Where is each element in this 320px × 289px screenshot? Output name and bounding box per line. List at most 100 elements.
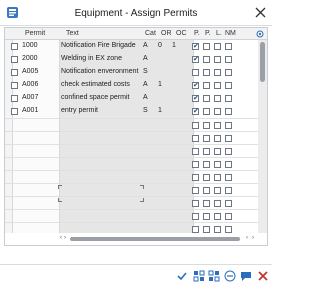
empty-checkbox[interactable]: [214, 213, 221, 220]
permits-table: Permit Text Cat OR OC P. P. L. NM 1000 No…: [4, 27, 268, 246]
table-row[interactable]: A006 check estimated costs A 1: [5, 79, 267, 92]
col-header-l[interactable]: L.: [216, 30, 222, 37]
empty-checkbox[interactable]: [203, 122, 210, 129]
empty-checkbox[interactable]: [225, 174, 232, 181]
horizontal-scrollbar[interactable]: ‹ › ‹ ›: [60, 233, 267, 245]
empty-checkbox[interactable]: [225, 161, 232, 168]
empty-checkbox[interactable]: [225, 122, 232, 129]
empty-checkbox[interactable]: [225, 187, 232, 194]
checkbox-nm[interactable]: [225, 108, 232, 115]
checkbox-p2[interactable]: [203, 69, 210, 76]
empty-checkbox[interactable]: [214, 122, 221, 129]
close-icon[interactable]: [255, 7, 266, 18]
scroll-right-small-icon[interactable]: ›: [64, 235, 66, 241]
empty-checkbox[interactable]: [192, 148, 199, 155]
empty-checkbox[interactable]: [214, 135, 221, 142]
row-select-checkbox[interactable]: [11, 69, 18, 76]
col-header-cat[interactable]: Cat: [145, 30, 156, 37]
empty-checkbox[interactable]: [192, 122, 199, 129]
empty-checkbox[interactable]: [225, 135, 232, 142]
empty-checkbox[interactable]: [192, 174, 199, 181]
tree-icon[interactable]: [193, 270, 205, 282]
empty-checkbox[interactable]: [192, 187, 199, 194]
checkbox-l[interactable]: [214, 82, 221, 89]
table-row[interactable]: 1000 Notification Fire Brigade A 0 1: [5, 40, 267, 53]
empty-checkbox[interactable]: [192, 135, 199, 142]
checkbox-p1[interactable]: [192, 42, 199, 50]
table-row[interactable]: 2000 Welding in EX zone A: [5, 53, 267, 66]
empty-checkbox[interactable]: [192, 200, 199, 207]
delete-icon[interactable]: [257, 270, 269, 282]
table-row[interactable]: A007 confined space permit A: [5, 92, 267, 105]
empty-checkbox[interactable]: [192, 161, 199, 168]
empty-checkbox[interactable]: [192, 226, 199, 233]
checkbox-p2[interactable]: [203, 108, 210, 115]
table-row[interactable]: A005 Notification enveronment S: [5, 66, 267, 79]
checkbox-p1[interactable]: [192, 55, 199, 63]
empty-checkbox[interactable]: [214, 226, 221, 233]
checkbox-p2[interactable]: [203, 82, 210, 89]
horizontal-scroll-thumb[interactable]: [70, 237, 240, 241]
empty-checkbox[interactable]: [214, 148, 221, 155]
checkbox-l[interactable]: [214, 56, 221, 63]
cell-permit: A005: [22, 68, 39, 75]
row-select-checkbox[interactable]: [11, 108, 18, 115]
empty-checkbox[interactable]: [203, 213, 210, 220]
empty-checkbox[interactable]: [203, 200, 210, 207]
checkbox-p2[interactable]: [203, 43, 210, 50]
empty-checkbox[interactable]: [203, 226, 210, 233]
checkbox-l[interactable]: [214, 69, 221, 76]
col-header-nm[interactable]: NM: [225, 30, 236, 37]
checkbox-p1[interactable]: [192, 69, 199, 76]
checkbox-p2[interactable]: [203, 56, 210, 63]
col-header-oc[interactable]: OC: [176, 30, 187, 37]
hierarchy-icon[interactable]: [208, 270, 220, 282]
empty-checkbox[interactable]: [203, 174, 210, 181]
vertical-scrollbar[interactable]: [258, 40, 267, 233]
row-select-checkbox[interactable]: [11, 95, 18, 102]
checkbox-nm[interactable]: [225, 95, 232, 102]
col-header-text[interactable]: Text: [66, 30, 79, 37]
checkbox-p1[interactable]: [192, 81, 199, 89]
checkbox-nm[interactable]: [225, 82, 232, 89]
empty-checkbox[interactable]: [225, 213, 232, 220]
empty-checkbox[interactable]: [203, 187, 210, 194]
empty-checkbox[interactable]: [214, 174, 221, 181]
col-header-permit[interactable]: Permit: [25, 30, 45, 37]
comment-icon[interactable]: [240, 270, 252, 282]
checkbox-l[interactable]: [214, 108, 221, 115]
table-settings-icon[interactable]: [256, 30, 264, 38]
empty-checkbox[interactable]: [225, 226, 232, 233]
checkbox-l[interactable]: [214, 43, 221, 50]
minus-icon[interactable]: [224, 270, 236, 282]
cell-oc: 1: [172, 42, 176, 49]
col-header-or[interactable]: OR: [161, 30, 172, 37]
checkbox-nm[interactable]: [225, 69, 232, 76]
table-row[interactable]: A001 entry permit S 1: [5, 105, 267, 118]
scroll-end-right-icon[interactable]: ›: [252, 235, 254, 241]
empty-checkbox[interactable]: [214, 161, 221, 168]
checkbox-nm[interactable]: [225, 56, 232, 63]
row-select-checkbox[interactable]: [11, 56, 18, 63]
checkbox-p2[interactable]: [203, 95, 210, 102]
vertical-scroll-thumb[interactable]: [260, 42, 265, 82]
checkbox-l[interactable]: [214, 95, 221, 102]
checkbox-nm[interactable]: [225, 43, 232, 50]
empty-checkbox[interactable]: [214, 200, 221, 207]
scroll-end-left-icon[interactable]: ‹: [246, 235, 248, 241]
empty-checkbox[interactable]: [203, 148, 210, 155]
checkmark-icon[interactable]: [176, 270, 188, 282]
row-select-checkbox[interactable]: [11, 43, 18, 50]
row-select-checkbox[interactable]: [11, 82, 18, 89]
empty-checkbox[interactable]: [214, 187, 221, 194]
empty-checkbox[interactable]: [203, 135, 210, 142]
checkbox-p1[interactable]: [192, 107, 199, 115]
scroll-left-icon[interactable]: ‹: [60, 235, 62, 241]
col-header-p1[interactable]: P.: [194, 30, 200, 37]
checkbox-p1[interactable]: [192, 94, 199, 102]
empty-checkbox[interactable]: [225, 200, 232, 207]
empty-checkbox[interactable]: [192, 213, 199, 220]
col-header-p2[interactable]: P.: [205, 30, 211, 37]
empty-checkbox[interactable]: [203, 161, 210, 168]
empty-checkbox[interactable]: [225, 148, 232, 155]
